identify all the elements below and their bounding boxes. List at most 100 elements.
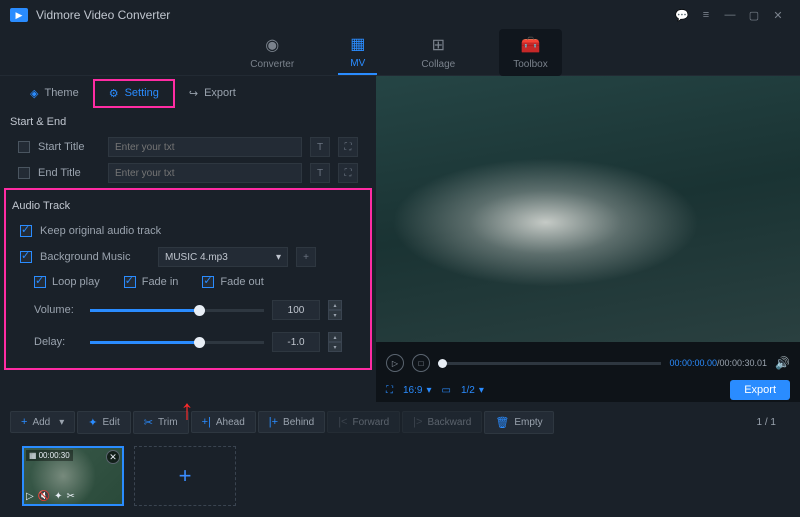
bg-music-row: Background Music MUSIC 4.mp3 ▾ + (6, 244, 370, 270)
clip-trim-icon[interactable]: ✂ (67, 491, 75, 502)
delay-slider[interactable] (90, 341, 264, 344)
aspect-ratio-dropdown[interactable]: 16:9▾ (403, 385, 432, 396)
clip-play-icon[interactable]: ▷ (26, 491, 34, 502)
tab-toolbox[interactable]: 🧰 Toolbox (499, 29, 561, 76)
start-title-font-button[interactable]: T (310, 137, 330, 157)
feedback-icon[interactable]: 💬 (670, 3, 694, 27)
start-title-checkbox[interactable] (18, 141, 30, 153)
fadeout-checkbox[interactable] (202, 276, 214, 288)
behind-button[interactable]: |+Behind (258, 411, 325, 433)
forward-button[interactable]: |<Forward (327, 411, 400, 433)
loop-checkbox[interactable] (34, 276, 46, 288)
start-title-expand-button[interactable]: ⛶ (338, 137, 358, 157)
subtab-setting[interactable]: ⚙ Setting (93, 79, 175, 108)
trash-icon: 🗑 (495, 416, 509, 429)
content-area: ◈ Theme ⚙ Setting ↪ Export Start & End S… (0, 76, 800, 402)
delay-value[interactable]: -1.0 (272, 332, 320, 352)
chevron-down-icon: ▾ (479, 385, 484, 396)
delay-stepper[interactable]: ▴▾ (328, 332, 342, 352)
subtab-setting-label: Setting (125, 87, 159, 99)
loop-label: Loop play (52, 276, 100, 288)
timecode: 00:00:00.00/00:00:30.01 (669, 358, 767, 368)
ahead-button[interactable]: +|Ahead (191, 411, 256, 433)
progress-bar[interactable] (438, 362, 661, 365)
tab-mv-label: MV (350, 58, 365, 69)
chevron-down-icon: ▾ (276, 252, 281, 263)
tab-toolbox-label: Toolbox (513, 59, 547, 70)
end-title-label: End Title (38, 167, 100, 179)
empty-button[interactable]: 🗑Empty (484, 411, 553, 434)
delay-label: Delay: (34, 336, 82, 348)
tab-collage[interactable]: ⊞ Collage (409, 31, 467, 74)
start-title-input[interactable] (108, 137, 302, 157)
end-title-expand-button[interactable]: ⛶ (338, 163, 358, 183)
end-title-input[interactable] (108, 163, 302, 183)
export-icon: ↪ (189, 87, 198, 100)
start-end-heading: Start & End (0, 110, 376, 134)
wand-icon: ✦ (88, 416, 97, 429)
delay-row: Delay: -1.0 ▴▾ (6, 326, 370, 358)
titlebar: ▶ Vidmore Video Converter 💬 ≡ — ▢ ✕ (0, 0, 800, 30)
fadeout-label: Fade out (220, 276, 263, 288)
scissors-icon: ✂ (144, 416, 153, 429)
stop-button[interactable]: □ (412, 354, 430, 372)
clip-thumbnail[interactable]: ▦00:00:30 ✕ ▷ 🔇 ✦ ✂ (22, 446, 124, 506)
settings-panel: ◈ Theme ⚙ Setting ↪ Export Start & End S… (0, 76, 376, 402)
subtab-export[interactable]: ↪ Export (175, 81, 250, 106)
fadein-label: Fade in (142, 276, 179, 288)
keep-original-label: Keep original audio track (40, 225, 161, 237)
add-clip-slot[interactable]: + (134, 446, 236, 506)
sound-icon[interactable]: 🔊 (775, 356, 790, 370)
subtab-theme[interactable]: ◈ Theme (16, 81, 93, 106)
backward-button[interactable]: |>Backward (402, 411, 482, 433)
edit-button[interactable]: ✦Edit (77, 411, 130, 434)
end-title-font-button[interactable]: T (310, 163, 330, 183)
clip-remove-button[interactable]: ✕ (106, 450, 120, 464)
tab-collage-label: Collage (421, 59, 455, 70)
audio-track-section: Audio Track Keep original audio track Ba… (4, 188, 372, 370)
tab-converter-label: Converter (250, 59, 294, 70)
clip-actions: ▷ 🔇 ✦ ✂ (26, 491, 75, 502)
close-button[interactable]: ✕ (766, 3, 790, 27)
clip-duration: ▦00:00:30 (26, 450, 73, 461)
volume-label: Volume: (34, 304, 82, 316)
bg-music-dropdown[interactable]: MUSIC 4.mp3 ▾ (158, 247, 288, 267)
bg-music-filename: MUSIC 4.mp3 (165, 252, 228, 263)
forward-icon: |< (338, 416, 347, 428)
app-logo-icon: ▶ (10, 8, 28, 22)
end-title-row: End Title T ⛶ (0, 160, 376, 186)
volume-slider[interactable] (90, 309, 264, 312)
bg-music-label: Background Music (40, 251, 150, 263)
playback-controls: ▷ □ 00:00:00.00/00:00:30.01 🔊 (376, 348, 800, 378)
video-preview[interactable] (376, 76, 800, 342)
add-music-button[interactable]: + (296, 247, 316, 267)
bg-music-checkbox[interactable] (20, 251, 32, 263)
volume-value[interactable]: 100 (272, 300, 320, 320)
export-button[interactable]: Export (730, 380, 790, 400)
menu-icon[interactable]: ≡ (694, 3, 718, 27)
ahead-icon: +| (202, 416, 211, 428)
maximize-button[interactable]: ▢ (742, 3, 766, 27)
gear-icon: ⚙ (109, 87, 119, 100)
split-icon: ▭ (442, 385, 451, 396)
start-title-row: Start Title T ⛶ (0, 134, 376, 160)
clip-toolbar: +Add▾ ✦Edit ✂Trim +|Ahead |+Behind |<For… (0, 406, 800, 438)
volume-stepper[interactable]: ▴▾ (328, 300, 342, 320)
tab-mv[interactable]: ▦ MV (338, 30, 377, 75)
mv-icon: ▦ (350, 34, 365, 54)
keep-original-checkbox[interactable] (20, 225, 32, 237)
split-dropdown[interactable]: 1/2▾ (461, 385, 484, 396)
minimize-button[interactable]: — (718, 3, 742, 27)
clip-edit-icon[interactable]: ✦ (54, 491, 62, 502)
play-button[interactable]: ▷ (386, 354, 404, 372)
plus-icon: + (21, 416, 27, 428)
clip-mute-icon[interactable]: 🔇 (38, 491, 50, 502)
app-title: Vidmore Video Converter (36, 8, 670, 22)
page-indicator: 1 / 1 (757, 417, 790, 428)
fadein-checkbox[interactable] (124, 276, 136, 288)
film-icon: ▦ (29, 451, 37, 460)
subtab-theme-label: Theme (44, 87, 78, 99)
tab-converter[interactable]: ◉ Converter (238, 31, 306, 74)
add-button[interactable]: +Add▾ (10, 411, 75, 433)
end-title-checkbox[interactable] (18, 167, 30, 179)
